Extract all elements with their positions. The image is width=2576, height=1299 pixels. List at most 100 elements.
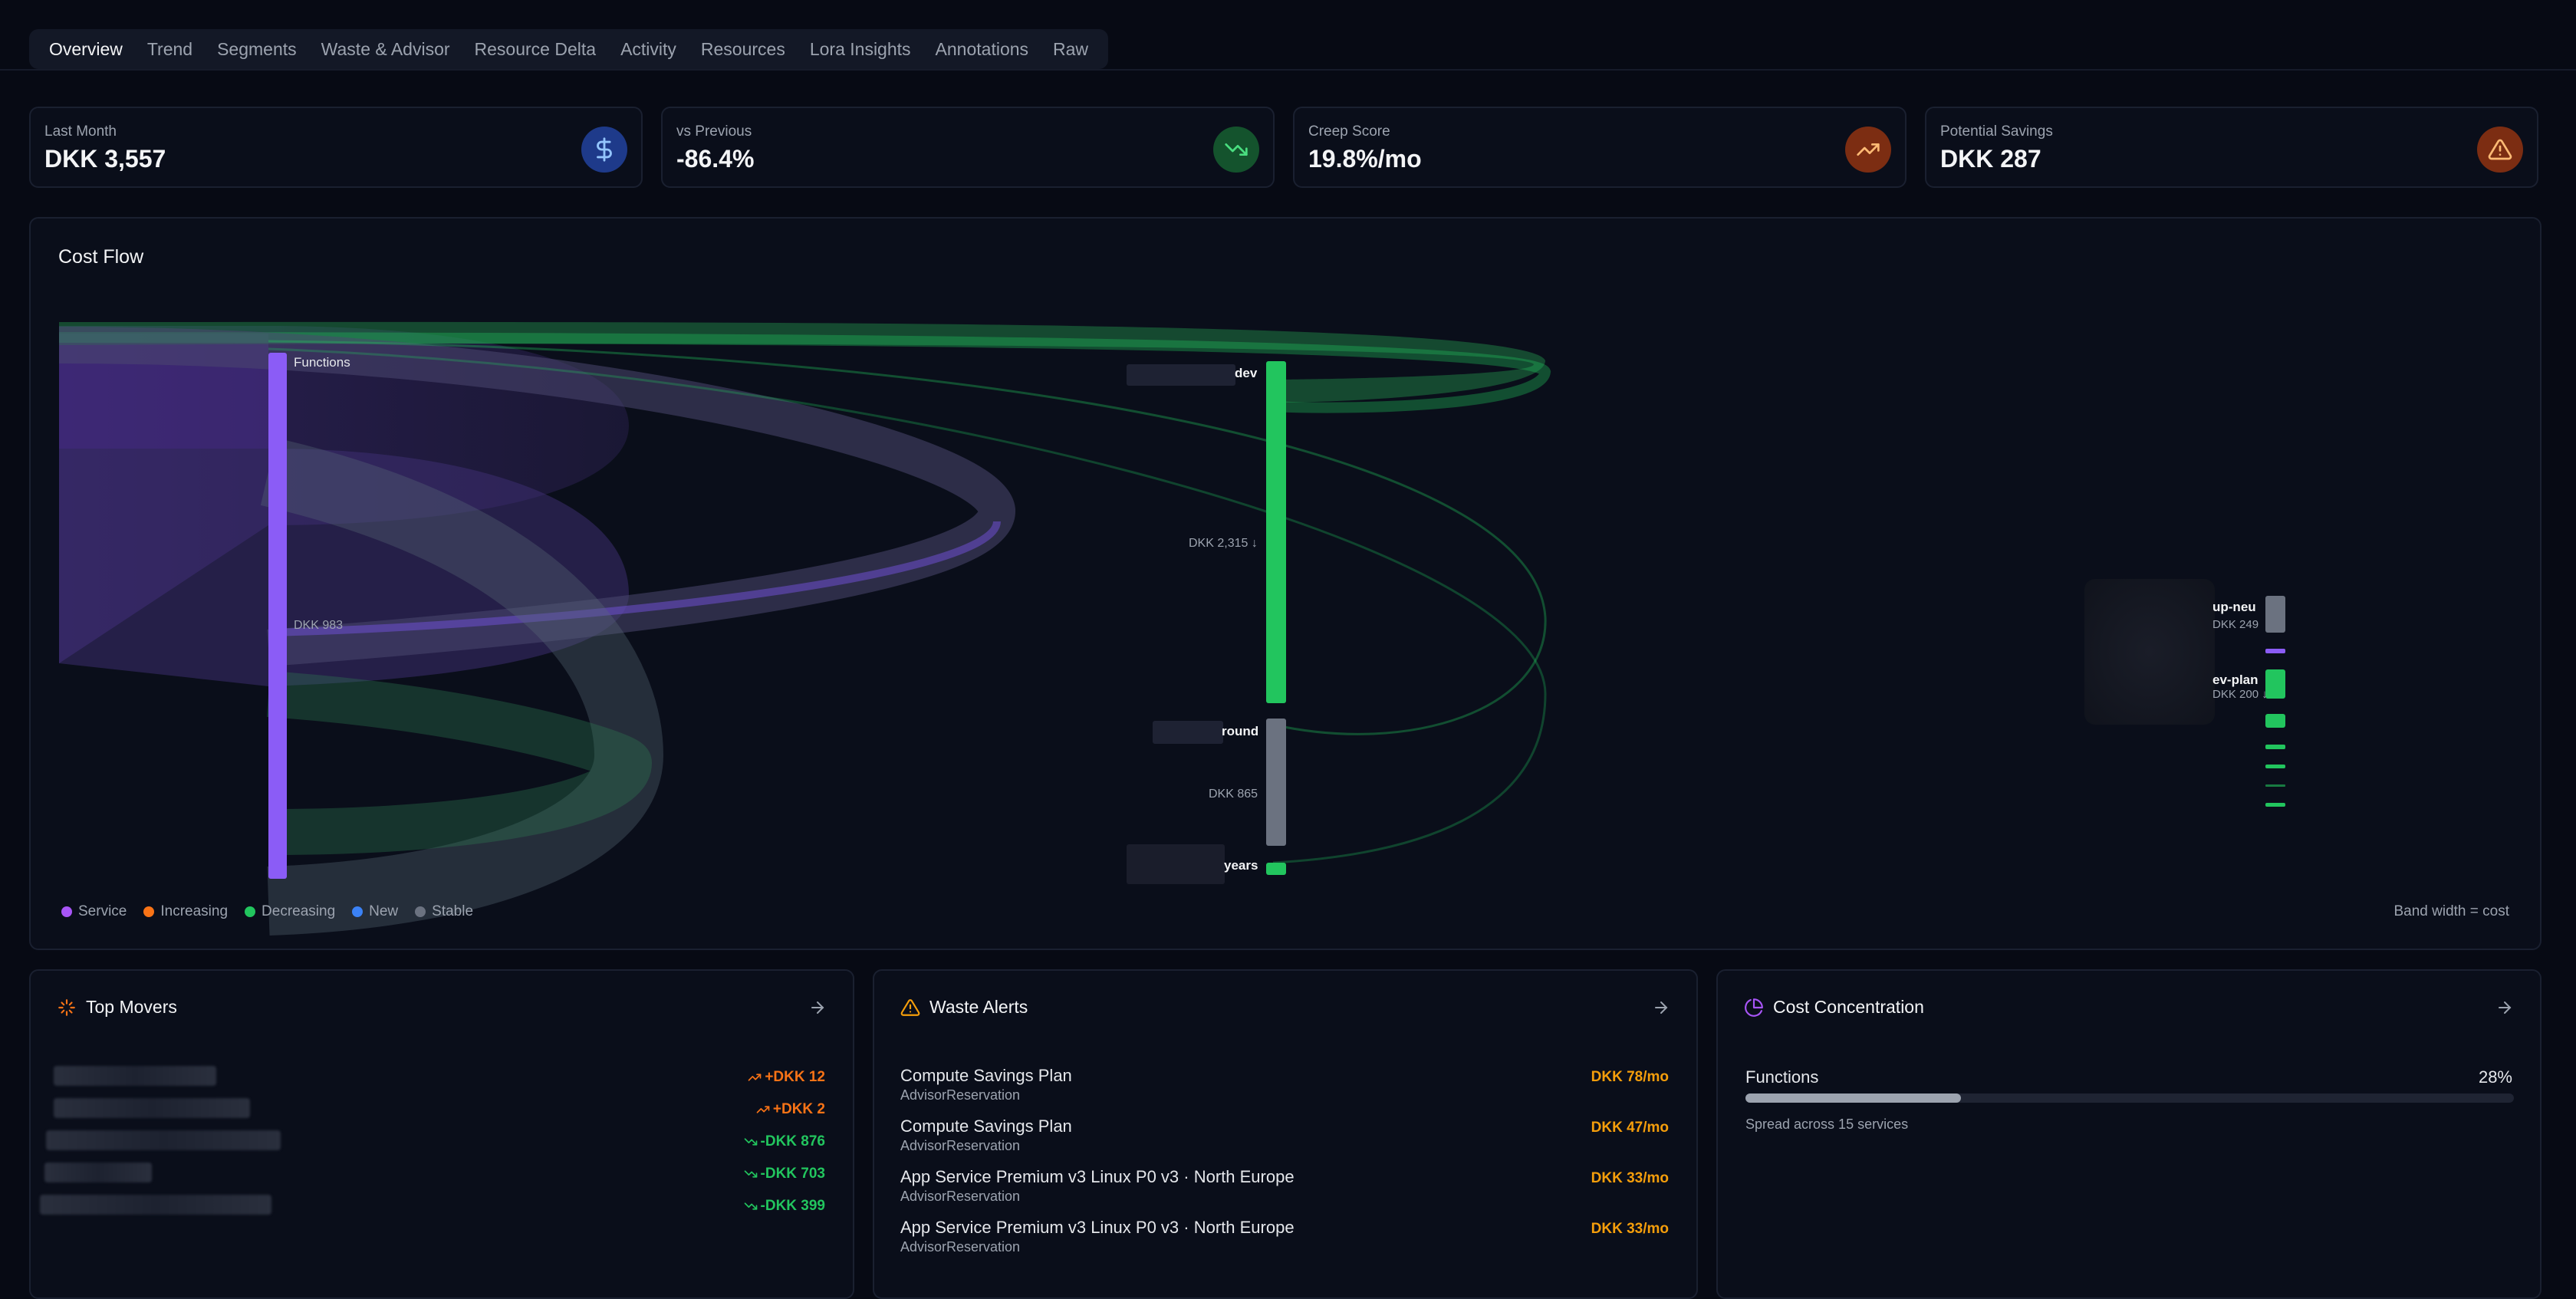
trending-down-icon — [744, 1138, 757, 1146]
alert-title[interactable]: App Service Premium v3 Linux P0 v3 · Nor… — [900, 1167, 1295, 1187]
alert-subtitle: AdvisorReservation — [900, 1189, 1021, 1204]
node-label-ev-plan: ev-plan — [2212, 673, 2259, 687]
band-width-note: Band width = cost — [2393, 903, 2509, 919]
arrow-right-icon[interactable] — [1652, 998, 1670, 1017]
blurred-label — [1127, 364, 1235, 386]
legend-label: Service — [78, 903, 127, 919]
tab-raw[interactable]: Raw — [1041, 29, 1100, 69]
warning-icon — [900, 998, 920, 1016]
kpi-potential-savings: Potential Savings DKK 287 — [1925, 107, 2538, 188]
trending-up-icon — [756, 1106, 770, 1113]
node-label-up-neu: up-neu — [2212, 600, 2256, 614]
sankey-node — [2265, 765, 2285, 768]
trending-down-icon — [744, 1170, 757, 1178]
alert-subtitle: AdvisorReservation — [900, 1138, 1021, 1153]
node-value-dev: DKK 2,315 ↓ — [1189, 537, 1258, 550]
tab-overview[interactable]: Overview — [37, 29, 135, 69]
legend-dot — [415, 906, 426, 917]
sankey-node-years — [1266, 863, 1286, 875]
node-value-ev-plan: DKK 200 ↓ — [2212, 688, 2268, 701]
kpi-label: Last Month — [44, 123, 117, 140]
legend-item: New — [352, 903, 398, 920]
alert-amount: DKK 78/mo — [1591, 1069, 1669, 1085]
tab-annotations[interactable]: Annotations — [923, 29, 1041, 69]
mover-value: +DKK 2 — [772, 1101, 825, 1117]
mover-row[interactable]: -DKK 399 — [744, 1198, 825, 1215]
alert-title[interactable]: Compute Savings Plan — [900, 1066, 1072, 1086]
legend-dot — [61, 906, 72, 917]
concentration-label: Functions — [1745, 1067, 1819, 1087]
node-label-dev: dev — [1235, 366, 1258, 380]
card-title: Waste Alerts — [929, 997, 1028, 1017]
tab-lora-insights[interactable]: Lora Insights — [798, 29, 923, 69]
card-header: Waste Alerts — [900, 997, 1028, 1018]
top-movers-card[interactable]: Top Movers +DKK 12 +DKK 2 -DKK 876 -DKK 703… — [29, 969, 854, 1299]
card-header: Cost Concentration — [1744, 997, 1924, 1018]
concentration-pct: 28% — [2478, 1067, 2512, 1087]
cost-concentration-card[interactable]: Cost Concentration Functions 28% Spread … — [1716, 969, 2541, 1299]
tab-segments[interactable]: Segments — [205, 29, 309, 69]
sankey-node — [2265, 803, 2285, 807]
node-label-functions: Functions — [294, 355, 350, 370]
mover-row[interactable]: +DKK 12 — [748, 1069, 825, 1086]
kpi-value: DKK 3,557 — [44, 145, 166, 173]
sankey-node-functions — [268, 353, 287, 879]
trending-down-icon — [744, 1202, 757, 1210]
tab-activity[interactable]: Activity — [608, 29, 689, 69]
alert-amount: DKK 33/mo — [1591, 1221, 1669, 1237]
legend-item: Service — [61, 903, 127, 920]
alert-title[interactable]: Compute Savings Plan — [900, 1116, 1072, 1136]
mover-value: +DKK 12 — [765, 1069, 825, 1085]
arrow-right-icon[interactable] — [2495, 998, 2514, 1017]
node-value-functions: DKK 983 — [294, 619, 344, 632]
sankey-node-up-neu — [2265, 596, 2285, 633]
alert-title[interactable]: App Service Premium v3 Linux P0 v3 · Nor… — [900, 1218, 1295, 1238]
arrow-right-icon[interactable] — [808, 998, 827, 1017]
node-value-round: DKK 865 — [1209, 788, 1258, 801]
tab-waste-advisor[interactable]: Waste & Advisor — [309, 29, 462, 69]
node-label-round: round — [1222, 724, 1259, 738]
trending-down-icon — [1213, 127, 1259, 173]
concentration-bar-track — [1745, 1093, 2514, 1103]
sankey-band — [266, 671, 653, 855]
kpi-vs-previous: vs Previous -86.4% — [661, 107, 1275, 188]
legend-dot — [245, 906, 256, 917]
legend-item: Increasing — [143, 903, 228, 920]
legend-label: Decreasing — [262, 903, 336, 919]
waste-alerts-card[interactable]: Waste Alerts Compute Savings Plan Advisor… — [873, 969, 1698, 1299]
mover-row[interactable]: +DKK 2 — [756, 1101, 825, 1118]
card-title: Cost Concentration — [1773, 997, 1924, 1017]
pie-chart-icon — [1745, 998, 1763, 1017]
card-title: Top Movers — [86, 997, 177, 1017]
blurred-mover-name — [44, 1163, 152, 1182]
alert-amount: DKK 33/mo — [1591, 1170, 1669, 1186]
legend-label: Increasing — [160, 903, 229, 919]
blurred-mover-name — [54, 1098, 250, 1118]
legend-label: New — [369, 903, 399, 919]
kpi-last-month: Last Month DKK 3,557 — [29, 107, 643, 188]
tab-trend[interactable]: Trend — [135, 29, 205, 69]
sankey-diagram — [58, 321, 2285, 936]
tab-bar: Overview Trend Segments Waste & Advisor Reso… — [29, 29, 1109, 69]
kpi-value: 19.8%/mo — [1308, 145, 1422, 173]
tab-resources[interactable]: Resources — [689, 29, 798, 69]
trending-up-icon — [748, 1074, 762, 1081]
tab-resource-delta[interactable]: Resource Delta — [462, 29, 609, 69]
kpi-label: Potential Savings — [1940, 123, 2053, 140]
mover-value: -DKK 703 — [760, 1166, 825, 1182]
kpi-label: vs Previous — [676, 123, 752, 140]
mover-row[interactable]: -DKK 876 — [744, 1133, 825, 1150]
kpi-creep-score: Creep Score 19.8%/mo — [1293, 107, 1907, 188]
kpi-value: -86.4% — [676, 145, 755, 173]
trending-up-icon — [1845, 127, 1891, 173]
alert-subtitle: AdvisorReservation — [900, 1239, 1021, 1255]
alert-amount: DKK 47/mo — [1591, 1120, 1669, 1136]
sankey-node — [2265, 714, 2285, 728]
legend-dot — [143, 906, 155, 917]
legend-dot — [352, 906, 364, 917]
kpi-value: DKK 287 — [1940, 145, 2041, 173]
cost-flow-panel: Cost Flow Functions DKK 983 dev DKK 2,31… — [29, 217, 2541, 950]
concentration-note: Spread across 15 services — [1745, 1116, 1909, 1132]
warning-icon — [2477, 127, 2523, 173]
mover-row[interactable]: -DKK 703 — [744, 1166, 825, 1182]
